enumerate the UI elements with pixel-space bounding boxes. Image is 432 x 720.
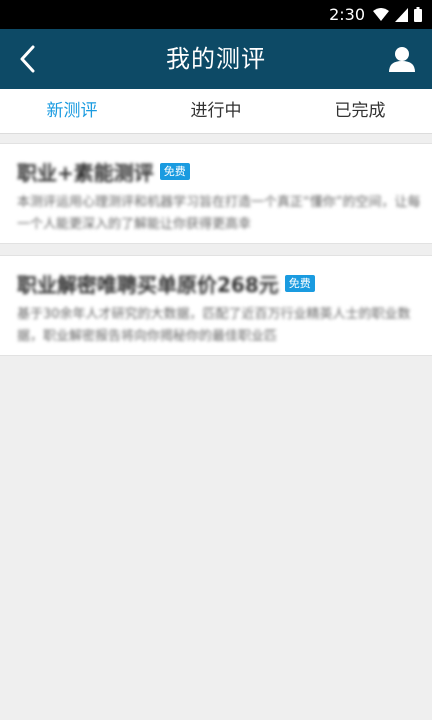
assessment-title: 职业解密唯聘买单原价268元 (17, 272, 279, 297)
tab-new[interactable]: 新测评 (0, 89, 144, 133)
assessment-description: 基于30余年人才研究的大数据，匹配了近百万行业精英人士的职业数据，职业解密报告将… (17, 307, 411, 344)
tab-bar: 新测评 进行中 已完成 (0, 89, 432, 134)
battery-icon (414, 7, 422, 22)
user-icon (389, 47, 415, 72)
status-bar: 2:30 (0, 0, 432, 29)
profile-button[interactable] (382, 39, 422, 79)
assessment-description: 本测评运用心理测评和机器学习旨在打造一个真正“懂你”的空间，让每一个人能更深入的… (17, 195, 421, 232)
free-badge: 免费 (159, 162, 190, 180)
tab-completed[interactable]: 已完成 (288, 89, 432, 133)
status-time: 2:30 (329, 5, 365, 24)
wifi-icon (373, 7, 389, 22)
page-title: 我的测评 (166, 45, 266, 73)
free-badge: 免费 (284, 274, 315, 292)
assessment-card[interactable]: 职业+素能测评 免费 本测评运用心理测评和机器学习旨在打造一个真正“懂你”的空间… (0, 143, 432, 244)
assessment-title: 职业+素能测评 (17, 160, 154, 185)
tab-in-progress[interactable]: 进行中 (144, 89, 288, 133)
assessment-card[interactable]: 职业解密唯聘买单原价268元 免费 基于30余年人才研究的大数据，匹配了近百万行… (0, 255, 432, 356)
cell-signal-icon (395, 7, 408, 22)
app-bar: 我的测评 (0, 29, 432, 89)
